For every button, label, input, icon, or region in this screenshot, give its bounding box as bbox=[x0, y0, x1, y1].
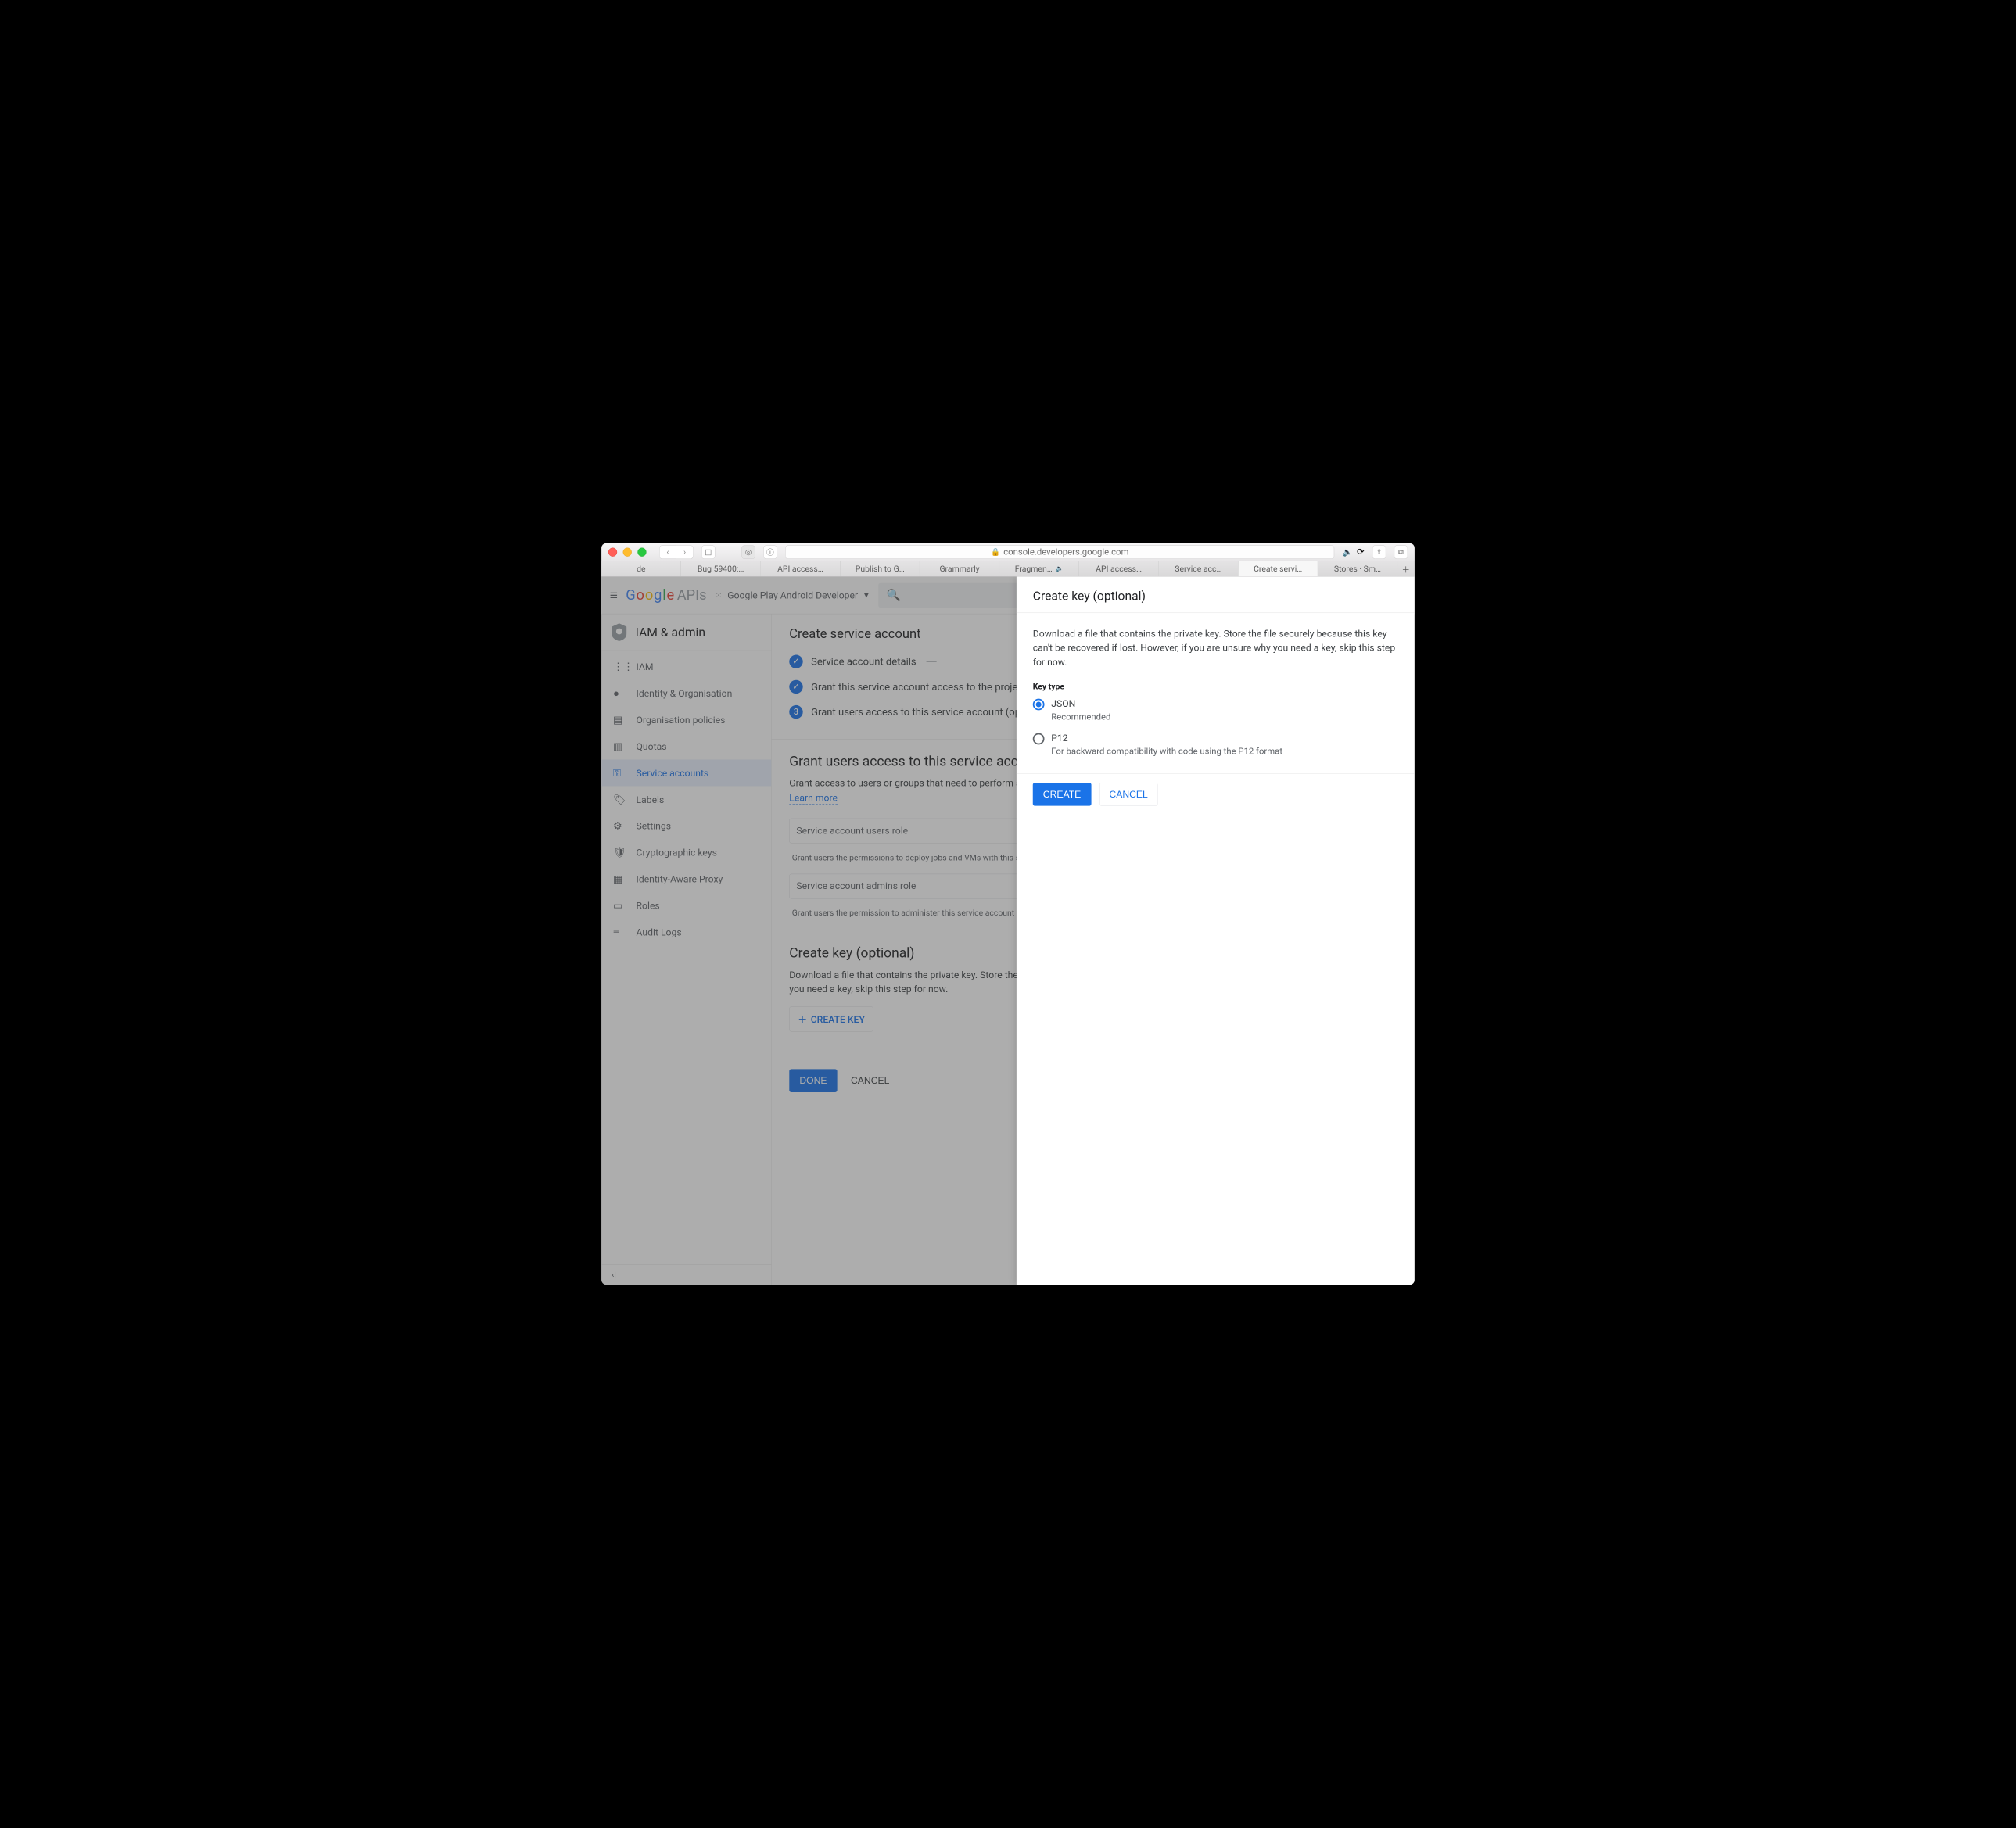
step-number-icon: 3 bbox=[789, 705, 802, 719]
sound-icon[interactable]: 🔈 bbox=[1343, 547, 1353, 557]
step-connector bbox=[927, 661, 937, 662]
shield-icon bbox=[612, 623, 626, 641]
tab-item[interactable]: Bug 59400:… bbox=[681, 561, 761, 576]
document-icon: ▤ bbox=[613, 714, 626, 726]
roles-icon: ▭ bbox=[613, 900, 626, 912]
tab-item[interactable]: Service acc… bbox=[1159, 561, 1239, 576]
tag-icon: 🏷 bbox=[613, 794, 626, 805]
keytype-p12-option[interactable]: P12 For backward compatibility with code… bbox=[1033, 733, 1398, 757]
sidebar-item-roles[interactable]: ▭Roles bbox=[601, 892, 771, 919]
zoom-window-icon[interactable] bbox=[637, 547, 646, 556]
new-tab-button[interactable]: ＋ bbox=[1397, 561, 1415, 576]
tab-item[interactable]: Grammarly bbox=[920, 561, 999, 576]
sidebar-toggle-icon[interactable]: ◫ bbox=[701, 545, 715, 558]
url-bar[interactable]: 🔒 console.developers.google.com bbox=[785, 545, 1334, 558]
step-label: Grant users access to this service accou… bbox=[811, 706, 1049, 718]
sidebar-header: IAM & admin bbox=[601, 614, 771, 651]
tabs-overview-icon[interactable]: ⧉ bbox=[1394, 545, 1408, 558]
person-icon: ● bbox=[613, 687, 626, 699]
menu-icon[interactable]: ≡ bbox=[610, 587, 618, 603]
tab-sound-icon[interactable]: 🔈 bbox=[1056, 565, 1064, 572]
sidebar-item-service-accounts[interactable]: ⚿Service accounts bbox=[601, 760, 771, 787]
close-window-icon[interactable] bbox=[608, 547, 617, 556]
check-icon bbox=[789, 680, 802, 694]
tab-item[interactable]: Publish to G… bbox=[841, 561, 920, 576]
profile-icon[interactable]: ◎ bbox=[741, 545, 755, 558]
traffic-lights bbox=[608, 547, 647, 556]
sidebar-item-crypto-keys[interactable]: 🛡Cryptographic keys bbox=[601, 839, 771, 866]
create-button[interactable]: CREATE bbox=[1033, 783, 1092, 806]
google-apis-logo[interactable]: Google APIs bbox=[626, 587, 706, 604]
macos-titlebar: ‹ › ◫ ◎ ⓘ 🔒 console.developers.google.co… bbox=[601, 543, 1415, 561]
radio-selected-icon bbox=[1033, 699, 1045, 711]
navigation-buttons: ‹ › bbox=[659, 545, 694, 558]
radio-label: P12 bbox=[1051, 733, 1282, 744]
project-selector[interactable]: ⁙ Google Play Android Developer ▼ bbox=[715, 590, 870, 600]
people-icon: ⋮⋮ bbox=[613, 661, 626, 672]
done-button[interactable]: DONE bbox=[789, 1069, 837, 1092]
radio-label: JSON bbox=[1051, 698, 1110, 709]
keytype-json-option[interactable]: JSON Recommended bbox=[1033, 698, 1398, 722]
sidebar-item-identity[interactable]: ●Identity & Organisation bbox=[601, 680, 771, 707]
radio-sublabel: For backward compatibility with code usi… bbox=[1051, 747, 1282, 757]
minimize-window-icon[interactable] bbox=[623, 547, 632, 556]
cancel-button[interactable]: CANCEL bbox=[851, 1069, 889, 1092]
browser-tabstrip: de Bug 59400:… API access… Publish to G…… bbox=[601, 561, 1415, 576]
gear-icon: ⚙ bbox=[613, 820, 626, 832]
share-icon[interactable]: ⇪ bbox=[1372, 545, 1386, 558]
panel-desc: Download a file that contains the privat… bbox=[1033, 626, 1398, 669]
sidebar-item-audit-logs[interactable]: ≡Audit Logs bbox=[601, 919, 771, 945]
sidebar-item-settings[interactable]: ⚙Settings bbox=[601, 812, 771, 839]
create-key-button[interactable]: ＋ CREATE KEY bbox=[789, 1006, 873, 1031]
sidebar-item-iam[interactable]: ⋮⋮IAM bbox=[601, 654, 771, 680]
quota-icon: ▥ bbox=[613, 740, 626, 752]
project-icon: ⁙ bbox=[715, 590, 723, 600]
radio-unselected-icon bbox=[1033, 733, 1045, 745]
sidebar-item-quotas[interactable]: ▥Quotas bbox=[601, 733, 771, 760]
tab-item-active[interactable]: Create servi… bbox=[1238, 561, 1318, 576]
key-icon: ⚿ bbox=[613, 767, 626, 779]
list-icon: ≡ bbox=[613, 926, 626, 937]
sidebar-item-labels[interactable]: 🏷Labels bbox=[601, 786, 771, 812]
tab-item[interactable]: Stores · Sm… bbox=[1318, 561, 1397, 576]
radio-sublabel: Recommended bbox=[1051, 712, 1110, 722]
shield-small-icon: 🛡 bbox=[613, 847, 626, 858]
sidebar-item-org-policies[interactable]: ▤Organisation policies bbox=[601, 707, 771, 733]
lock-icon: 🔒 bbox=[991, 548, 1000, 557]
back-button[interactable]: ‹ bbox=[659, 545, 676, 558]
browser-window: ‹ › ◫ ◎ ⓘ 🔒 console.developers.google.co… bbox=[601, 543, 1415, 1285]
plus-icon: ＋ bbox=[798, 1013, 807, 1026]
forward-button[interactable]: › bbox=[676, 545, 694, 558]
collapse-sidebar-button[interactable]: ‹| bbox=[601, 1264, 771, 1285]
panel-title: Create key (optional) bbox=[1017, 576, 1415, 613]
tab-item[interactable]: API access… bbox=[1079, 561, 1159, 576]
tab-item[interactable]: de bbox=[601, 561, 681, 576]
info-icon[interactable]: ⓘ bbox=[763, 545, 777, 558]
sidebar-nav: ⋮⋮IAM ●Identity & Organisation ▤Organisa… bbox=[601, 651, 771, 1264]
check-icon bbox=[789, 655, 802, 668]
cancel-button[interactable]: CANCEL bbox=[1099, 783, 1158, 806]
sidebar-title: IAM & admin bbox=[636, 625, 705, 639]
keytype-heading: Key type bbox=[1033, 682, 1398, 691]
reload-icon[interactable]: ⟳ bbox=[1357, 547, 1364, 557]
sidebar: IAM & admin ⋮⋮IAM ●Identity & Organisati… bbox=[601, 614, 772, 1285]
search-icon: 🔍 bbox=[887, 588, 901, 601]
chevron-down-icon: ▼ bbox=[863, 591, 870, 600]
tab-item[interactable]: API access… bbox=[761, 561, 841, 576]
project-name: Google Play Android Developer bbox=[727, 590, 858, 600]
url-text: console.developers.google.com bbox=[1003, 547, 1128, 557]
proxy-icon: ▦ bbox=[613, 873, 626, 885]
step-label: Service account details bbox=[811, 656, 917, 668]
chevron-left-icon: ‹| bbox=[612, 1270, 616, 1279]
tab-item[interactable]: Fragmen…🔈 bbox=[999, 561, 1079, 576]
panel-footer: CREATE CANCEL bbox=[1017, 773, 1415, 815]
create-key-panel: Create key (optional) Download a file th… bbox=[1017, 576, 1415, 1285]
learn-more-link[interactable]: Learn more bbox=[789, 792, 838, 805]
sidebar-item-iap[interactable]: ▦Identity-Aware Proxy bbox=[601, 866, 771, 892]
